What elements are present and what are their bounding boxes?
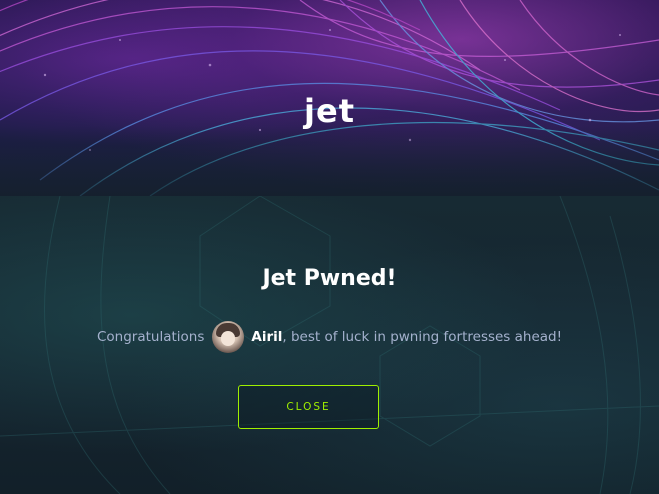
modal-screen: jet Jet Pwned! Congratulations Airil , b… [0,0,659,494]
jet-logo: jet [304,92,355,130]
banner-fade [0,126,659,196]
message-lead: Congratulations [96,329,205,345]
modal-title: Jet Pwned! [262,266,397,291]
avatar-face [221,331,236,346]
close-button[interactable]: CLOSE [238,385,379,429]
message-tail: , best of luck in pwning fortresses ahea… [282,329,563,345]
avatar [212,321,245,353]
congratulations-message: Congratulations Airil , best of luck in … [0,321,659,353]
username[interactable]: Airil [251,329,282,345]
